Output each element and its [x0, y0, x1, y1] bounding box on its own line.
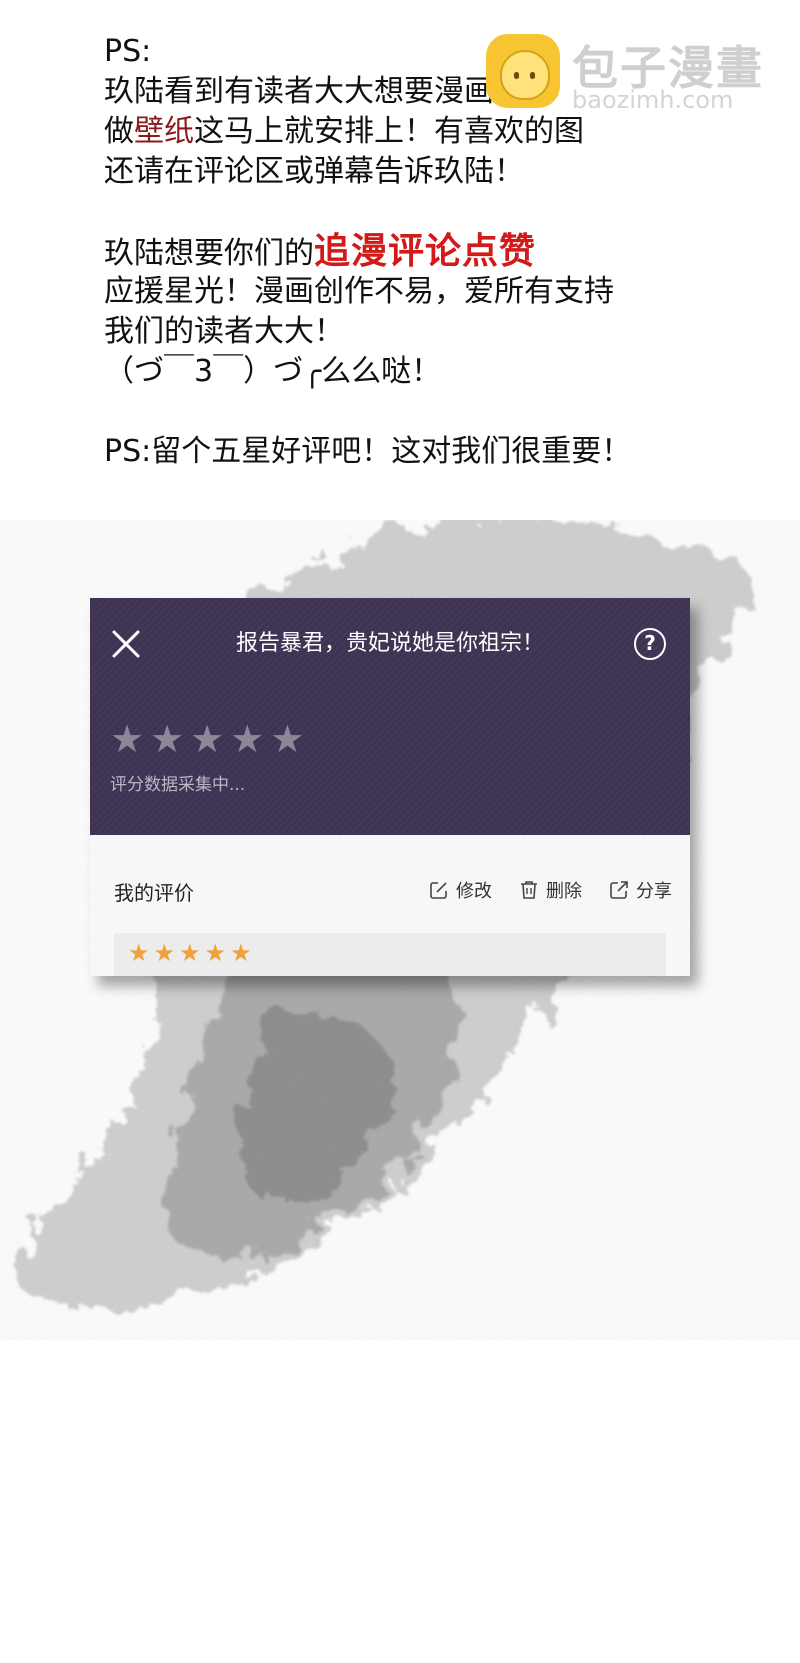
- rating-status: 评分数据采集中...: [110, 775, 246, 795]
- card-header: 报告暴君，贵妃说她是你祖宗！ ? ★ ★ ★ ★ ★ 评分数据采集中...: [90, 598, 690, 835]
- wallpaper-highlight: 壁纸: [134, 114, 194, 149]
- star-icon[interactable]: ★: [230, 939, 252, 967]
- star-icon: ★: [230, 717, 265, 761]
- star-icon: ★: [110, 717, 145, 761]
- edit-button[interactable]: 修改: [428, 877, 492, 903]
- star-icon: ★: [270, 717, 305, 761]
- note-text: 玖陆想要你们的: [104, 236, 314, 271]
- share-icon: [610, 881, 628, 899]
- edit-icon: [430, 882, 447, 899]
- average-rating-stars: ★ ★ ★ ★ ★: [110, 720, 304, 758]
- share-button[interactable]: 分享: [608, 877, 672, 903]
- emphasis-text: 追漫评论点赞: [314, 231, 537, 272]
- note-text: 做: [104, 114, 134, 149]
- note-line: （づ￣3￣）づ╭么么哒！: [104, 354, 442, 389]
- my-stars-box: ★ ★ ★ ★ ★: [114, 933, 666, 976]
- share-label: 分享: [636, 881, 672, 902]
- star-icon[interactable]: ★: [179, 939, 201, 967]
- note-line: 玖陆想要你们的追漫评论点赞: [104, 232, 744, 272]
- rating-card: 报告暴君，贵妃说她是你祖宗！ ? ★ ★ ★ ★ ★ 评分数据采集中... 我的…: [90, 598, 690, 976]
- trash-icon: [521, 881, 537, 899]
- star-icon[interactable]: ★: [154, 939, 176, 967]
- my-rating-stars[interactable]: ★ ★ ★ ★ ★: [128, 939, 252, 967]
- my-rating-label: 我的评价: [114, 881, 194, 905]
- star-icon[interactable]: ★: [205, 939, 227, 967]
- note-line: PS:留个五星好评吧！这对我们很重要！: [104, 434, 632, 469]
- my-rating-section: 我的评价 修改 删除 分享 ★ ★ ★ ★ ★: [90, 835, 690, 976]
- watermark: 包子漫畫 baozimh.com: [486, 32, 786, 122]
- rating-actions: 修改 删除 分享: [428, 877, 672, 903]
- help-icon[interactable]: ?: [634, 628, 666, 660]
- star-icon: ★: [190, 717, 225, 761]
- delete-button[interactable]: 删除: [518, 877, 582, 903]
- note-line: 我们的读者大大！: [104, 314, 344, 349]
- note-line: 还请在评论区或弹幕告诉玖陆！: [104, 154, 524, 189]
- star-icon: ★: [150, 717, 185, 761]
- bun-logo-icon: [486, 34, 560, 108]
- comic-title: 报告暴君，贵妃说她是你祖宗！: [235, 631, 544, 656]
- note-line: 应援星光！漫画创作不易，爱所有支持: [104, 274, 614, 309]
- edit-label: 修改: [456, 881, 492, 902]
- watermark-url: baozimh.com: [572, 86, 734, 114]
- delete-label: 删除: [546, 881, 582, 902]
- star-icon[interactable]: ★: [128, 939, 150, 967]
